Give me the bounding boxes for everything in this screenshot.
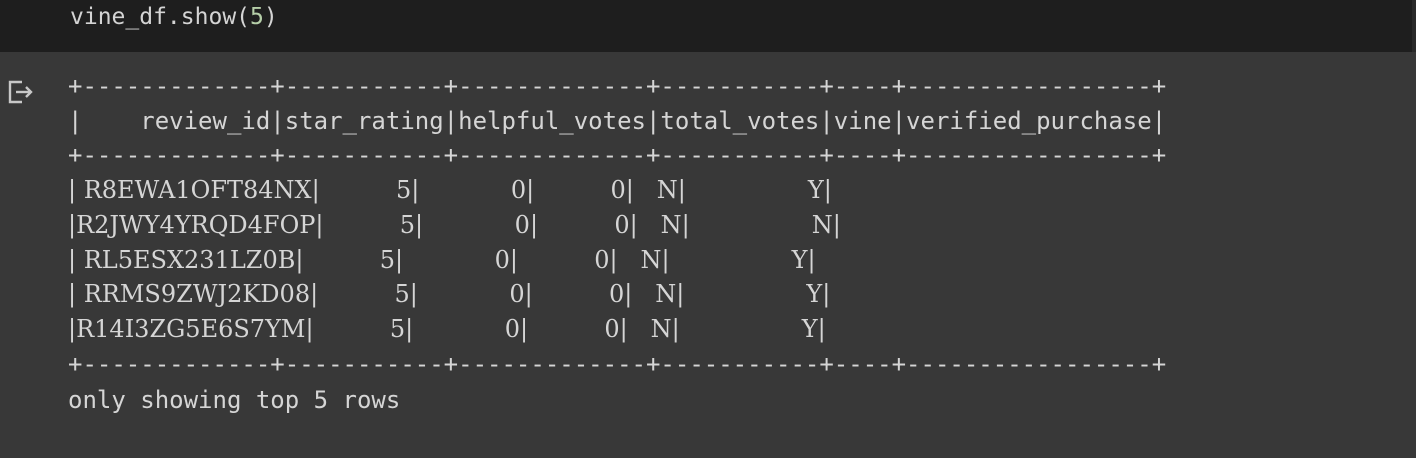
code-line[interactable]: vine_df.show(5) [70, 2, 278, 32]
code-argument: 5 [250, 4, 264, 30]
output-redirect-icon[interactable] [6, 77, 36, 107]
table-row: | RRMS9ZWJ2KD08| 5| 0| 0| N| Y| [68, 280, 831, 309]
output-table: +-------------+-----------+-------------… [68, 69, 1166, 381]
output-footer-text: only showing top 5 rows [68, 386, 401, 414]
table-row: | R8EWA1OFT84NX| 5| 0| 0| N| Y| [68, 176, 832, 205]
cell-output: +-------------+-----------+-------------… [0, 52, 1416, 458]
code-cell-input[interactable]: vine_df.show(5) [0, 0, 1416, 52]
table-row: |R14I3ZG5E6S7YM| 5| 0| 0| N| Y| [68, 314, 826, 343]
table-border-top: +-------------+-----------+-------------… [68, 72, 1167, 100]
table-border-mid: +-------------+-----------+-------------… [68, 141, 1167, 170]
table-header-row: | review_id|star_rating|helpful_votes|to… [68, 106, 1167, 135]
code-text-end: ) [263, 4, 278, 30]
table-row: |R2JWY4YRQD4FOP| 5| 0| 0| N| N| [68, 210, 841, 239]
table-row: | RL5ESX231LZ0B| 5| 0| 0| N| Y| [68, 245, 816, 274]
code-text: vine_df.show( [70, 4, 251, 30]
table-border-bottom: +-------------+-----------+-------------… [68, 349, 1167, 378]
